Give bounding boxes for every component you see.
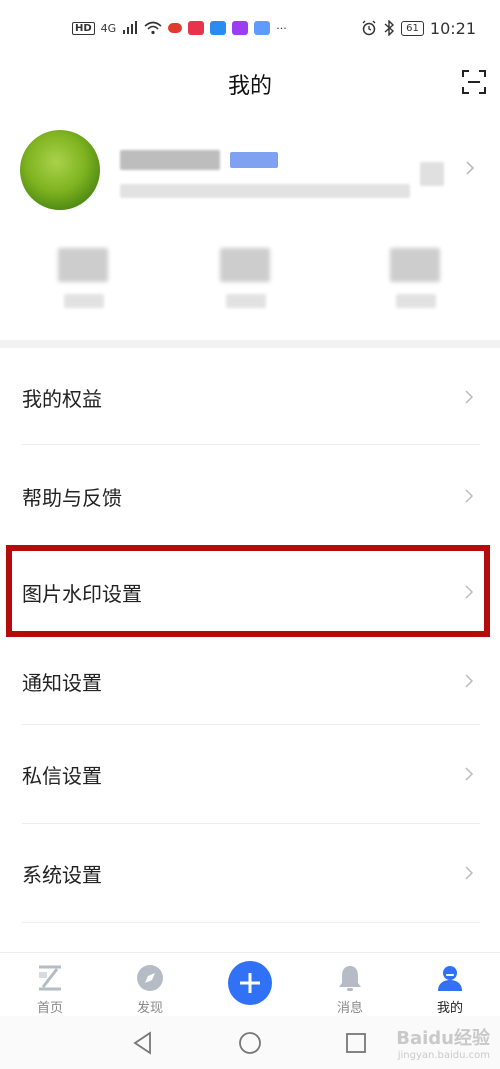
nav-label: 首页 bbox=[36, 1001, 63, 1016]
chevron-right-icon bbox=[465, 674, 474, 688]
menu-item-benefits[interactable]: 我的权益 bbox=[0, 348, 500, 446]
bluetooth-icon bbox=[384, 20, 395, 36]
hd-indicator: HD bbox=[72, 21, 95, 35]
menu-item-label: 私信设置 bbox=[22, 763, 102, 788]
nav-label: 发现 bbox=[136, 1001, 163, 1016]
nav-label: 我的 bbox=[436, 1001, 463, 1016]
nav-item-me[interactable]: 我的 bbox=[410, 953, 490, 1017]
menu-item-watermark-settings[interactable]: 图片水印设置 bbox=[0, 546, 500, 638]
stat-value-blurred bbox=[220, 248, 270, 282]
wifi-icon bbox=[144, 21, 162, 35]
menu-item-label: 我的权益 bbox=[22, 386, 102, 411]
alarm-icon bbox=[362, 20, 376, 36]
profile-extra-blurred bbox=[420, 162, 444, 186]
menu-item-notification-settings[interactable]: 通知设置 bbox=[0, 638, 500, 724]
divider bbox=[22, 444, 480, 445]
avatar[interactable] bbox=[20, 130, 100, 210]
bottom-nav: 首页 发现 消息 我的 bbox=[0, 952, 500, 1016]
bio-blurred bbox=[120, 184, 410, 198]
chevron-right-icon bbox=[465, 489, 474, 503]
chevron-right-icon bbox=[465, 585, 474, 599]
title-bar: 我的 bbox=[0, 56, 500, 110]
page-title: 我的 bbox=[227, 74, 272, 99]
bell-icon bbox=[339, 966, 361, 991]
plus-icon bbox=[240, 973, 260, 993]
chevron-right-icon[interactable] bbox=[464, 160, 476, 176]
menu-item-label: 帮助与反馈 bbox=[22, 485, 122, 510]
chevron-right-icon bbox=[465, 390, 474, 404]
system-nav-bar: Baidu经验 jingyan.baidu.com bbox=[0, 1016, 500, 1069]
app-notification-icon bbox=[254, 21, 271, 35]
app-notification-icon bbox=[168, 23, 183, 33]
signal-bars-icon bbox=[123, 21, 138, 34]
menu-item-label: 图片水印设置 bbox=[22, 581, 142, 606]
more-notifications-icon: ··· bbox=[276, 21, 287, 35]
nav-label: 消息 bbox=[336, 1001, 363, 1016]
stat-item[interactable] bbox=[220, 248, 280, 318]
stat-value-blurred bbox=[58, 248, 108, 282]
recents-icon[interactable] bbox=[343, 1030, 369, 1056]
nav-item-discover[interactable]: 发现 bbox=[110, 953, 190, 1017]
scan-icon[interactable] bbox=[460, 68, 488, 96]
nav-item-messages[interactable]: 消息 bbox=[310, 953, 390, 1017]
stat-value-blurred bbox=[390, 248, 440, 282]
stat-label-blurred bbox=[64, 294, 104, 308]
vip-badge bbox=[230, 152, 278, 168]
divider bbox=[22, 922, 480, 923]
watermark: Baidu经验 jingyan.baidu.com bbox=[396, 1024, 490, 1061]
home-icon bbox=[39, 965, 61, 991]
nav-item-home[interactable]: 首页 bbox=[10, 953, 90, 1017]
username-blurred bbox=[120, 150, 220, 170]
home-circle-icon[interactable] bbox=[237, 1030, 263, 1056]
app-notification-icon bbox=[232, 21, 249, 35]
stat-item[interactable] bbox=[58, 248, 118, 318]
status-left: HD 4G ··· bbox=[72, 21, 287, 35]
user-icon bbox=[438, 966, 462, 991]
chevron-right-icon bbox=[465, 866, 474, 880]
stat-item[interactable] bbox=[390, 248, 450, 318]
menu-item-system-settings[interactable]: 系统设置 bbox=[0, 824, 500, 922]
app-notification-icon bbox=[188, 21, 205, 35]
profile-card[interactable] bbox=[0, 120, 500, 340]
watermark-line2: jingyan.baidu.com bbox=[397, 1050, 490, 1061]
section-divider bbox=[0, 340, 500, 348]
status-right: 61 10:21 bbox=[361, 19, 476, 38]
clock: 10:21 bbox=[429, 18, 476, 38]
menu-item-label: 系统设置 bbox=[22, 862, 102, 887]
menu-item-message-settings[interactable]: 私信设置 bbox=[0, 725, 500, 823]
signal-icon: 4G bbox=[100, 21, 117, 35]
stat-label-blurred bbox=[396, 294, 436, 308]
compass-icon bbox=[137, 965, 163, 991]
battery-indicator: 61 bbox=[401, 20, 424, 36]
back-icon[interactable] bbox=[130, 1030, 156, 1056]
status-bar: HD 4G ··· 61 10:21 bbox=[0, 0, 500, 56]
app-notification-icon bbox=[210, 21, 227, 35]
menu-item-help-feedback[interactable]: 帮助与反馈 bbox=[0, 447, 500, 545]
stat-label-blurred bbox=[226, 294, 266, 308]
watermark-line1: Baidu经验 bbox=[396, 1028, 490, 1049]
menu-item-label: 通知设置 bbox=[22, 670, 102, 695]
chevron-right-icon bbox=[465, 767, 474, 781]
plus-button[interactable] bbox=[228, 961, 272, 1005]
